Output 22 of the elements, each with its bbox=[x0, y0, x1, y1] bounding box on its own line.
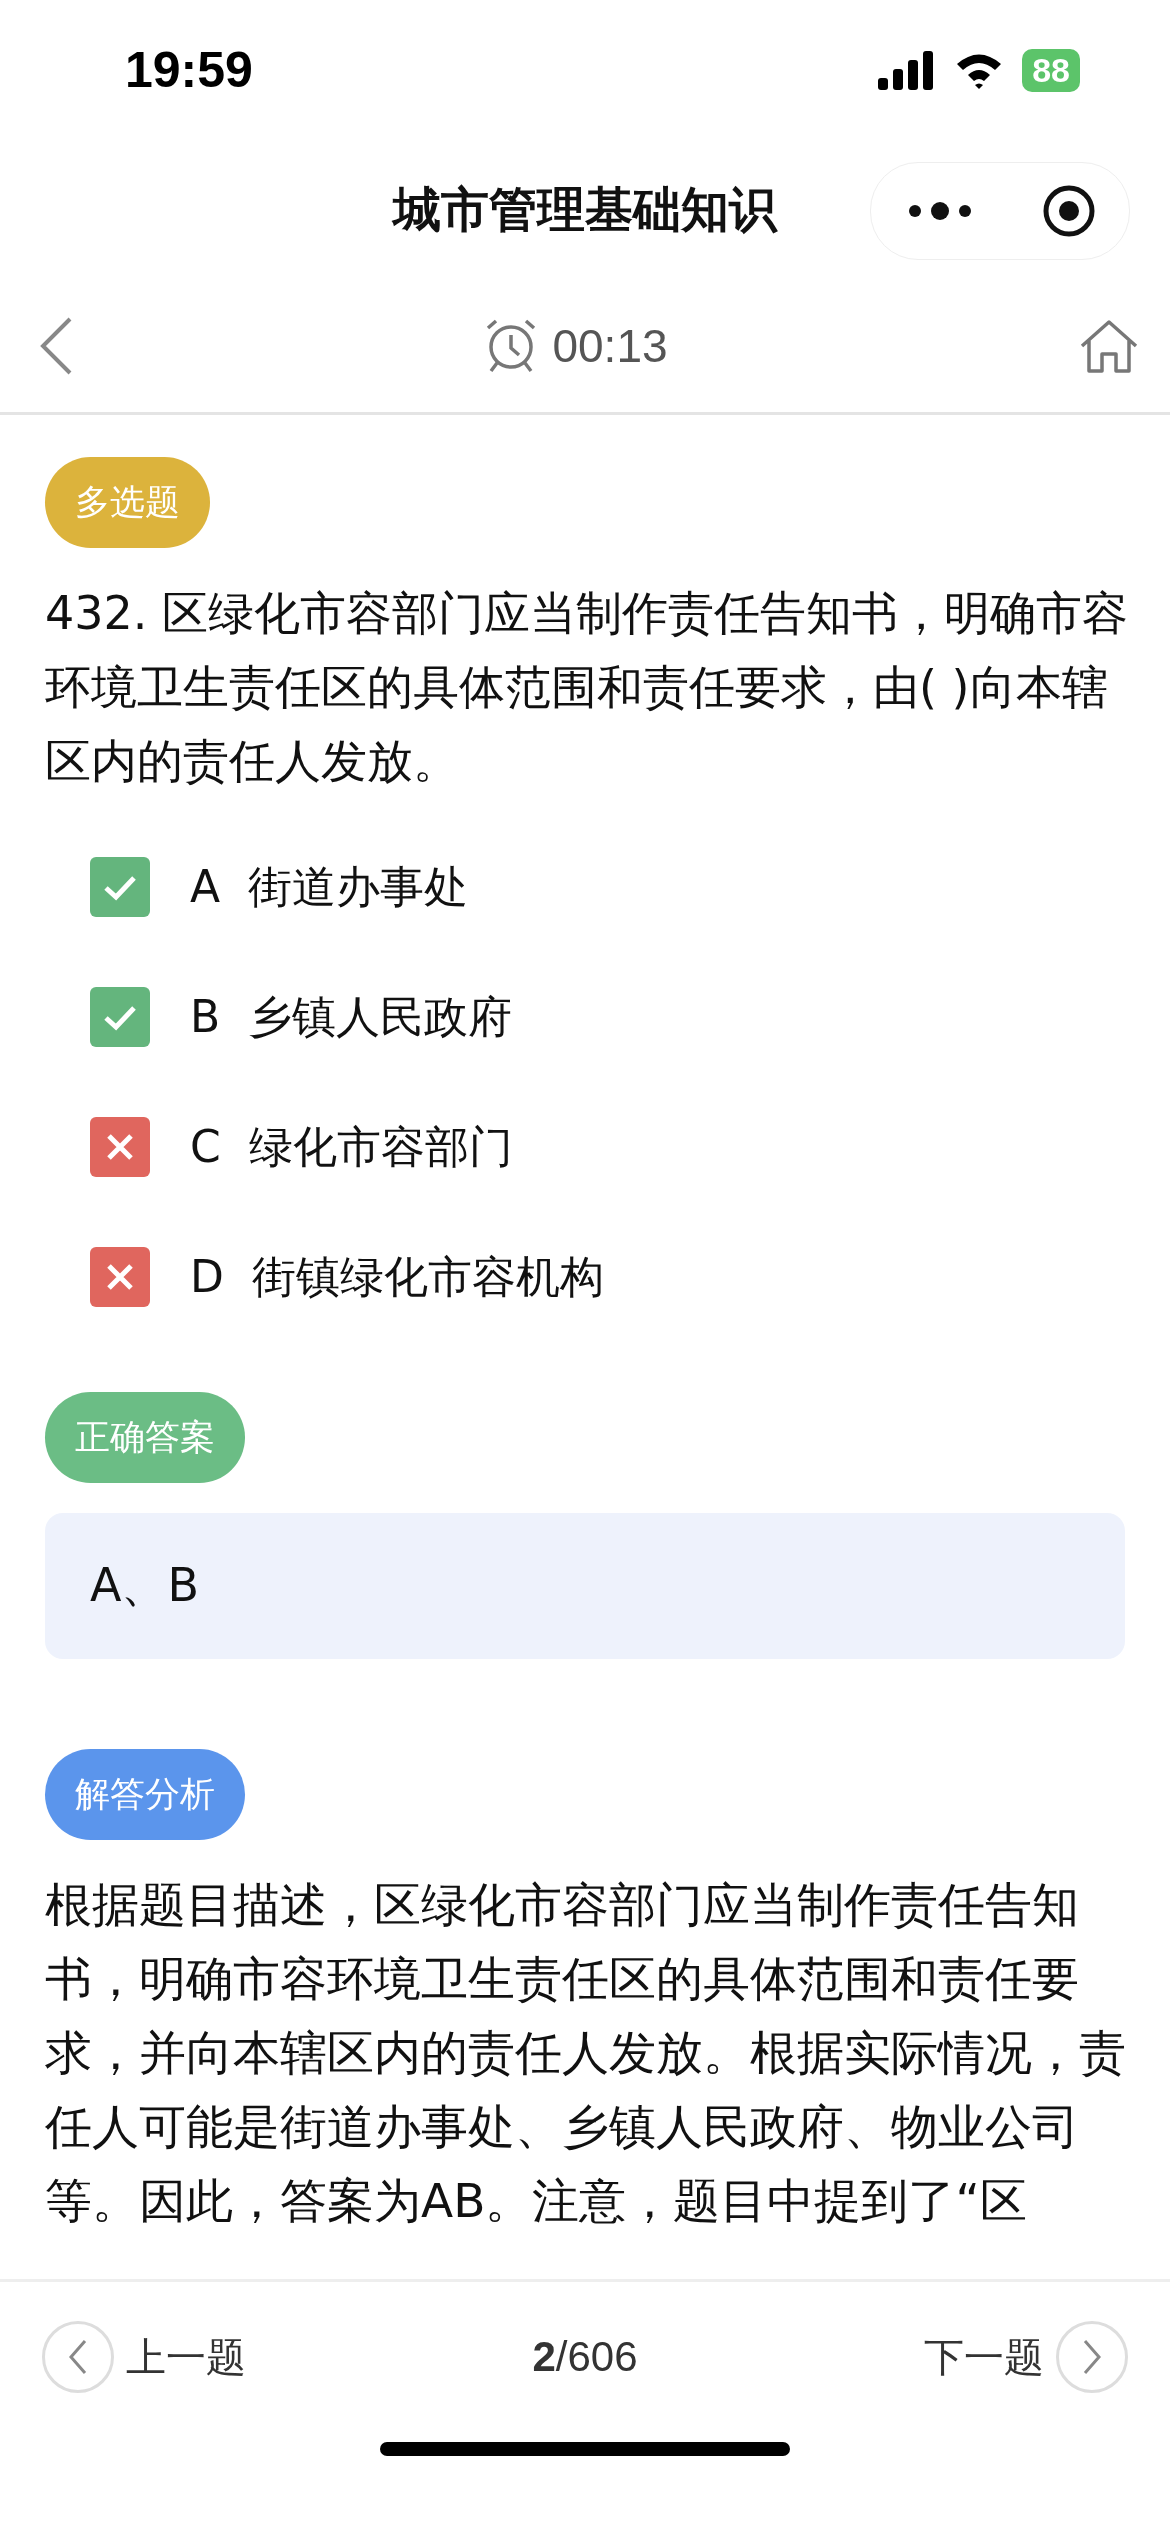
analysis-text: 根据题目描述，区绿化市容部门应当制作责任告知书，明确市容环境卫生责任区的具体范围和责任要求，并向本辖区内的责任人发放。根据实际情况，责任人可能是街道办事处、乡镇人民政府、物业公司等。因此，答案为AB。注意，题目中提到了“区 bbox=[45, 1876, 1127, 2230]
option-text: D 街镇绿化市容机构 bbox=[190, 1249, 604, 1304]
analysis-tag: 解答分析 bbox=[45, 1749, 245, 1840]
back-button[interactable] bbox=[38, 316, 74, 376]
question-text: 432. 区绿化市容部门应当制作责任告知书，明确市容环境卫生责任区的具体范围和责任要求，由( )向本辖区内的责任人发放。 bbox=[45, 585, 1130, 790]
status-time: 19:59 bbox=[125, 41, 253, 99]
record-icon bbox=[1041, 184, 1096, 238]
answer-value: A、B bbox=[45, 1513, 1125, 1659]
chevron-right-icon bbox=[1056, 2321, 1128, 2393]
option-text: A 街道办事处 bbox=[190, 859, 469, 914]
page-counter: 2/606 bbox=[532, 2333, 638, 2381]
timer: 00:13 bbox=[552, 319, 668, 373]
battery-level: 88 bbox=[1022, 48, 1080, 92]
chevron-left-icon bbox=[42, 2321, 114, 2393]
page-title: 城市管理基础知识 bbox=[393, 180, 777, 239]
next-question-link[interactable]: 下一题 bbox=[924, 2321, 1128, 2393]
home-button[interactable] bbox=[1078, 318, 1140, 374]
correct-answer-tag: 正确答案 bbox=[45, 1392, 245, 1483]
question-type-tag: 多选题 bbox=[45, 457, 210, 548]
option-text: B 乡镇人民政府 bbox=[190, 989, 513, 1044]
option-text: C 绿化市容部门 bbox=[190, 1119, 513, 1174]
previous-question-link[interactable]: 上一题 bbox=[42, 2321, 246, 2393]
